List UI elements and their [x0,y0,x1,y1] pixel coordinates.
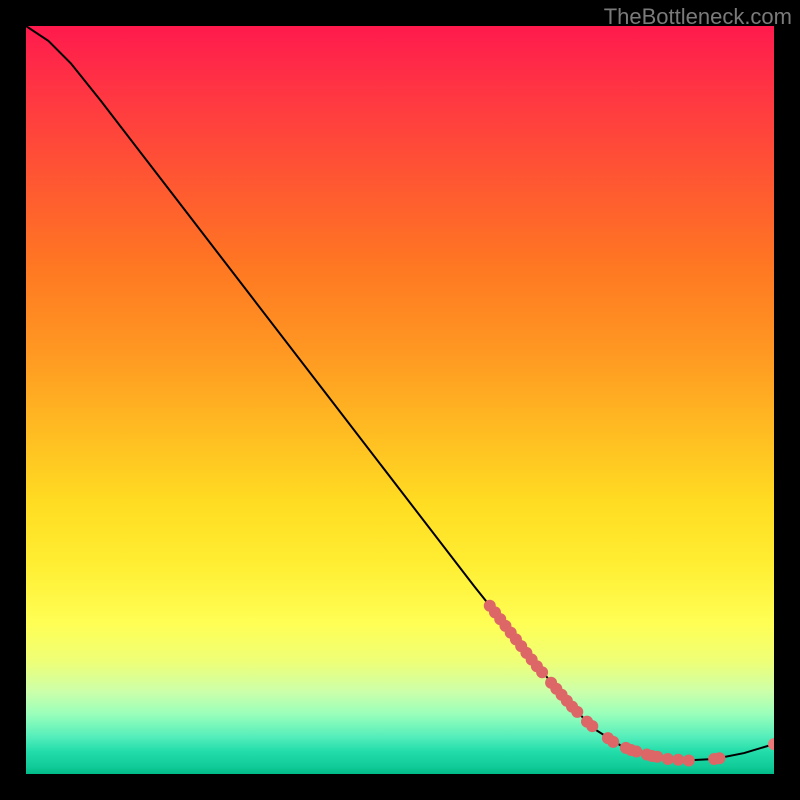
plot-area [26,26,774,774]
data-marker [662,753,674,765]
data-marker [713,752,725,764]
attribution-text: TheBottleneck.com [604,4,792,30]
data-marker [571,706,583,718]
data-marker [586,720,598,732]
data-marker [607,736,619,748]
data-marker [683,755,695,767]
data-marker [536,666,548,678]
markers-svg [26,26,774,774]
data-marker-end [768,738,774,750]
data-marker [672,754,684,766]
data-marker [630,746,642,758]
data-marker [651,751,663,763]
